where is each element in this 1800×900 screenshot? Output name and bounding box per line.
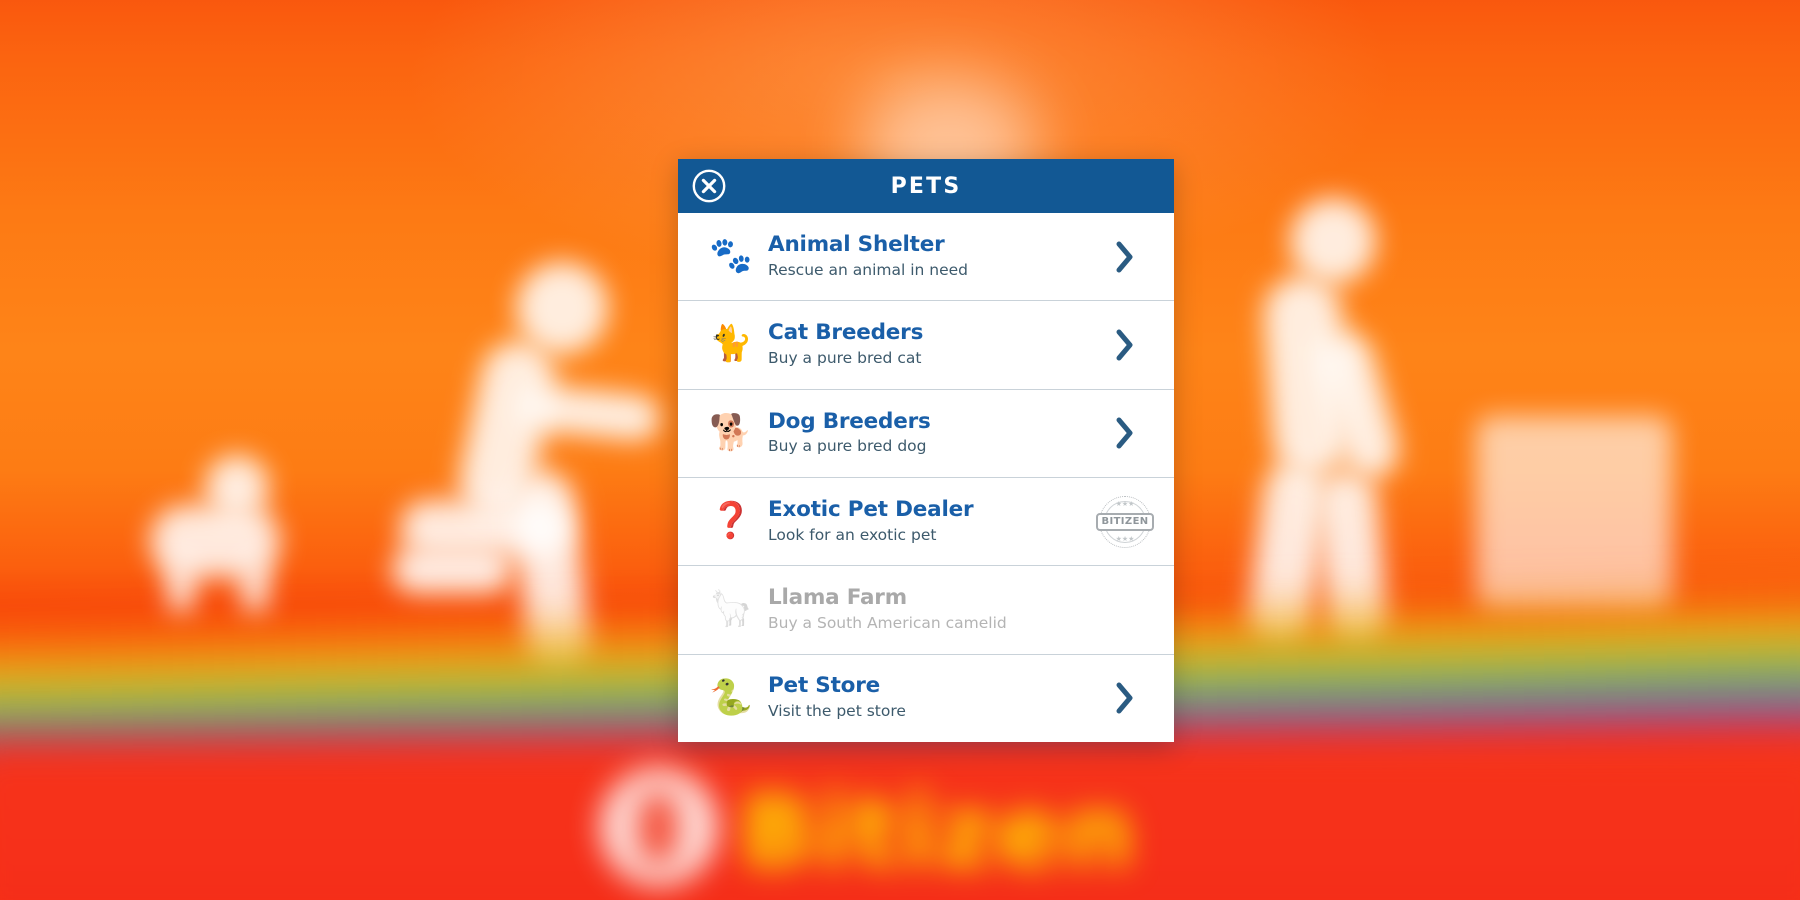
list-item-subtitle: Look for an exotic pet xyxy=(768,525,937,544)
chevron-right-icon[interactable] xyxy=(1114,680,1136,716)
silhouette-dog-leg xyxy=(168,556,194,614)
list-item-action xyxy=(1094,327,1156,363)
list-item-text: Exotic Pet Dealer Look for an exotic pet xyxy=(758,496,1094,546)
list-item-subtitle: Buy a South American camelid xyxy=(768,613,1007,632)
list-item-text: Dog Breeders Buy a pure bred dog xyxy=(758,408,1094,458)
list-item-action: ★★★ ★★★ BITIZEN xyxy=(1094,494,1156,550)
list-item-text: Pet Store Visit the pet store xyxy=(758,674,1094,722)
badge-star-icon: ★★★ xyxy=(1115,534,1135,543)
silhouette-block xyxy=(1476,416,1672,612)
list-item-text: Cat Breeders Buy a pure bred cat xyxy=(758,320,1094,369)
status-badge: BITIZEN xyxy=(1096,512,1154,531)
list-item-title: Cat Breeders xyxy=(768,320,924,346)
game-logo: Bitizen xyxy=(600,760,1220,890)
list-item-subtitle: Buy a pure bred dog xyxy=(768,437,927,456)
list-item-title: Exotic Pet Dealer xyxy=(768,496,974,522)
chevron-right-icon[interactable] xyxy=(1114,327,1136,363)
list-item-animal-shelter[interactable]: 🐾 Animal Shelter Rescue an animal in nee… xyxy=(678,213,1174,301)
list-item-subtitle: Rescue an animal in need xyxy=(768,260,968,279)
chevron-right-icon[interactable] xyxy=(1114,415,1136,451)
list-item-subtitle: Buy a pure bred cat xyxy=(768,348,922,367)
dog-icon: 🐕 xyxy=(709,412,753,453)
paw-prints-icon: 🐾 xyxy=(709,236,753,277)
list-item-exotic-pet-dealer[interactable]: ❓ Exotic Pet Dealer Look for an exotic p… xyxy=(678,476,1174,566)
list-item-action xyxy=(1094,239,1156,275)
badge-star-icon: ★★★ xyxy=(1115,499,1135,508)
close-circle-icon[interactable] xyxy=(691,168,727,204)
list-item-dog-breeders[interactable]: 🐕 Dog Breeders Buy a pure bred dog xyxy=(678,388,1174,477)
silhouette-runner-head xyxy=(516,262,608,354)
list-item-cat-breeders[interactable]: 🐈 Cat Breeders Buy a pure bred cat xyxy=(678,300,1174,389)
question-mark-icon: ❓ xyxy=(709,501,753,542)
list-item-title: Animal Shelter xyxy=(768,231,945,257)
list-item-title: Pet Store xyxy=(768,673,881,699)
list-item-llama-farm: 🦙 Llama Farm Buy a South American cameli… xyxy=(678,565,1174,654)
silhouette-dog-leg xyxy=(242,556,268,614)
page-title: PETS xyxy=(890,173,962,199)
game-logo-mark xyxy=(600,768,718,886)
list-item-action xyxy=(1094,680,1156,716)
snake-icon: 🐍 xyxy=(709,677,753,718)
list-item-subtitle: Visit the pet store xyxy=(768,702,906,721)
bitizen-badge: ★★★ ★★★ BITIZEN xyxy=(1096,494,1154,550)
pets-modal: PETS 🐾 Animal Shelter Rescue an animal i… xyxy=(678,159,1174,742)
list-item-title: Llama Farm xyxy=(768,585,907,611)
silhouette-walker-head xyxy=(1290,198,1376,284)
cat-icon: 🐈 xyxy=(709,324,753,365)
llama-icon: 🦙 xyxy=(709,589,753,630)
list-item-action xyxy=(1094,415,1156,451)
list-item-text: Animal Shelter Rescue an animal in need xyxy=(758,231,1094,281)
screen: Bitizen PETS 🐾 Animal Shelter Rescue an … xyxy=(0,0,1800,900)
modal-header: PETS xyxy=(678,159,1174,213)
pets-list: 🐾 Animal Shelter Rescue an animal in nee… xyxy=(678,213,1174,742)
game-logo-text: Bitizen xyxy=(740,776,1136,890)
silhouette-runner-foot xyxy=(392,546,512,594)
list-item-text: Llama Farm Buy a South American camelid xyxy=(758,585,1094,634)
list-item-pet-store[interactable]: 🐍 Pet Store Visit the pet store xyxy=(678,653,1174,742)
list-item-title: Dog Breeders xyxy=(768,408,931,434)
chevron-right-icon[interactable] xyxy=(1114,239,1136,275)
